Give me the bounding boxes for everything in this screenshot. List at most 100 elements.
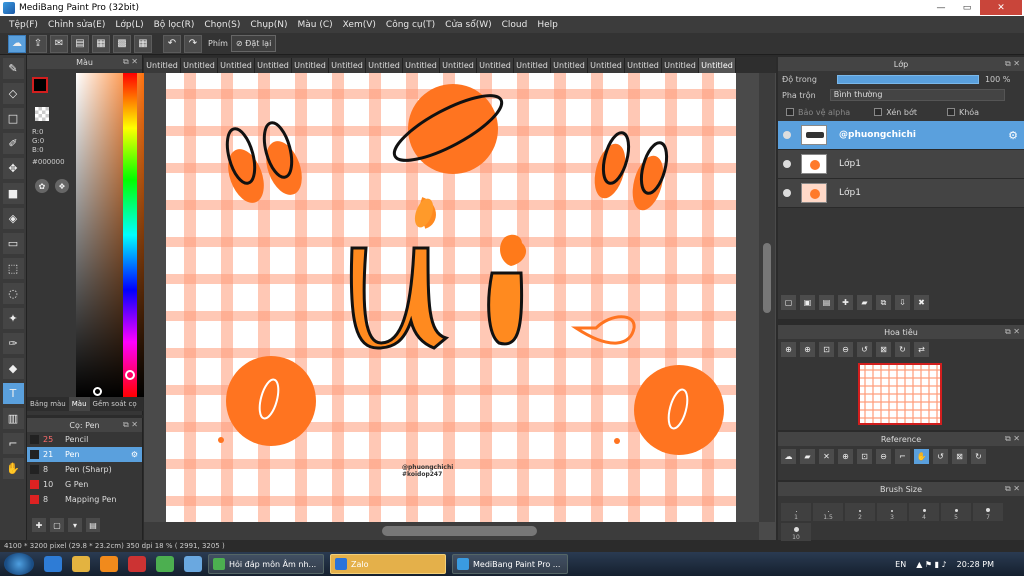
fit-icon[interactable]: ⊡ [819,342,834,357]
fill-shape-tool-icon[interactable]: ■ [2,183,24,204]
eyedropper-tool-icon[interactable]: ⌐ [2,433,24,454]
task-medibang[interactable]: MediBang Paint Pro ... [452,554,568,574]
reset-button[interactable]: ⊘ Đặt lại [230,35,277,52]
share-icon[interactable]: ⇪ [29,34,47,53]
zoom-out-icon[interactable]: ⊖ [838,342,853,357]
doc-tab[interactable]: Untitled [588,58,625,73]
visibility-eye-icon[interactable] [783,189,791,197]
eraser-tool-icon[interactable]: ◇ [2,83,24,104]
brush-menu-icon[interactable]: ▾ [68,518,82,532]
app-icon[interactable] [184,556,202,572]
doc-tab[interactable]: Untitled [477,58,514,73]
doc-tab[interactable]: Untitled [292,58,329,73]
layer-panel-popout-icon[interactable]: ⧉ ✕ [1005,59,1020,69]
menu-filter[interactable]: Bộ lọc(R) [149,20,200,30]
brush-panel-popout-icon[interactable]: ⧉ ✕ [123,420,138,430]
cloud-open-icon[interactable]: ☁ [781,449,796,464]
brush-size-popout-icon[interactable]: ⧉ ✕ [1005,484,1020,494]
rectangle-tool-icon[interactable]: □ [2,108,24,129]
zoom-out-icon[interactable]: ⊖ [876,449,891,464]
minimize-button[interactable]: — [928,0,954,15]
doc-tab[interactable]: Untitled [329,58,366,73]
opacity-slider[interactable] [836,74,979,84]
brush-size-cell[interactable]: 3 [877,503,907,521]
menu-file[interactable]: Tệp(F) [4,20,43,30]
redo-icon[interactable]: ↷ [184,34,202,53]
media-player-icon[interactable] [100,556,118,572]
menu-cloud[interactable]: Cloud [497,20,533,30]
visibility-eye-icon[interactable] [783,131,791,139]
brush-item-pen[interactable]: 21 Pen ⚙ [27,447,142,462]
clock[interactable]: 20:28 PM [957,560,994,569]
menu-tools[interactable]: Công cụ(T) [381,20,440,30]
gear-icon[interactable]: ⚙ [1008,129,1018,142]
new-brush-icon[interactable]: ▢ [50,518,64,532]
comment-icon[interactable]: ✉ [50,34,68,53]
doc-tab[interactable]: Untitled [366,58,403,73]
hue-knob[interactable] [125,370,135,380]
menu-edit[interactable]: Chỉnh sửa(E) [43,20,110,30]
layer-row[interactable]: Lớp1 [778,179,1024,208]
brush-size-cell[interactable]: 2 [845,503,875,521]
task-zalo[interactable]: Zalo [330,554,446,574]
start-button[interactable] [4,553,34,575]
menu-layer[interactable]: Lớp(L) [110,20,148,30]
new-halftone-layer-icon[interactable]: ▣ [800,295,815,310]
brush-size-cell[interactable]: 10 [781,523,811,541]
hand-icon[interactable]: ✋ [914,449,929,464]
navigator-preview[interactable] [858,363,942,425]
add-layer-menu-icon[interactable]: ✚ [838,295,853,310]
clipping-checkbox[interactable] [874,108,883,116]
magic-wand-tool-icon[interactable]: ✦ [2,308,24,329]
fit-screen-icon[interactable]: ⊠ [876,342,891,357]
chrome-icon[interactable] [156,556,174,572]
task-chrome[interactable]: Hỏi đáp môn Âm nh... [208,554,324,574]
gear-icon[interactable]: ⚙ [131,450,138,459]
text-tool-icon[interactable]: T [2,383,24,404]
doc-tab-active[interactable]: Untitled [699,58,736,73]
select-eraser-tool-icon[interactable]: ◆ [2,358,24,379]
menu-window[interactable]: Cửa sổ(W) [440,20,496,30]
lock-checkbox[interactable] [946,108,955,116]
page-icon[interactable]: ▤ [71,34,89,53]
fit-screen-icon[interactable]: ⊠ [952,449,967,464]
doc-tab[interactable]: Untitled [625,58,662,73]
menu-select[interactable]: Chọn(S) [199,20,245,30]
brush-item-g-pen[interactable]: 10 G Pen [27,477,142,492]
hue-slider[interactable] [123,73,137,397]
doc-tab[interactable]: Untitled [144,58,181,73]
menu-color[interactable]: Màu (C) [293,20,338,30]
background-color-swatch[interactable] [35,107,49,121]
saturation-value-picker[interactable] [76,73,148,397]
explorer-icon[interactable] [72,556,90,572]
gradient-tool-icon[interactable]: ▭ [2,233,24,254]
zoom-in-small-icon[interactable]: ⊕ [800,342,815,357]
rotate-left-icon[interactable]: ↺ [933,449,948,464]
grid-icon[interactable]: ▩ [113,34,131,53]
zoom-in-icon[interactable]: ⊕ [838,449,853,464]
horizontal-scrollbar[interactable] [144,522,759,540]
duplicate-layer-icon[interactable]: ⧉ [876,295,891,310]
vertical-scroll-thumb[interactable] [763,243,771,313]
tab-color[interactable]: Màu [68,397,90,411]
rotate-right-icon[interactable]: ↻ [895,342,910,357]
close-reference-icon[interactable]: ✕ [819,449,834,464]
select-tool-icon[interactable]: ⬚ [2,258,24,279]
tray-icons[interactable]: ▲ ⚑ ▮ ♪ [916,560,946,569]
brush-size-cell[interactable]: 7 [973,503,1003,521]
menu-snap[interactable]: Chụp(N) [245,20,292,30]
tab-palette[interactable]: Bảng màu [27,397,69,411]
panel-popout-icon[interactable]: ⧉ ✕ [123,57,138,67]
protect-alpha-checkbox[interactable] [786,108,794,116]
brush-size-cell[interactable]: 5 [941,503,971,521]
brush-tool-icon[interactable]: ✎ [2,58,24,79]
doc-tab[interactable]: Untitled [440,58,477,73]
language-indicator[interactable]: EN [895,560,906,569]
brush-size-cell[interactable]: 1 [781,503,811,521]
select-pen-tool-icon[interactable]: ✑ [2,333,24,354]
panel-grid-icon[interactable]: ▦ [134,34,152,53]
lasso-tool-icon[interactable]: ◌ [2,283,24,304]
brush-settings-icon[interactable]: ▤ [86,518,100,532]
undo-icon[interactable]: ↶ [163,34,181,53]
folder-icon[interactable]: ▰ [857,295,872,310]
